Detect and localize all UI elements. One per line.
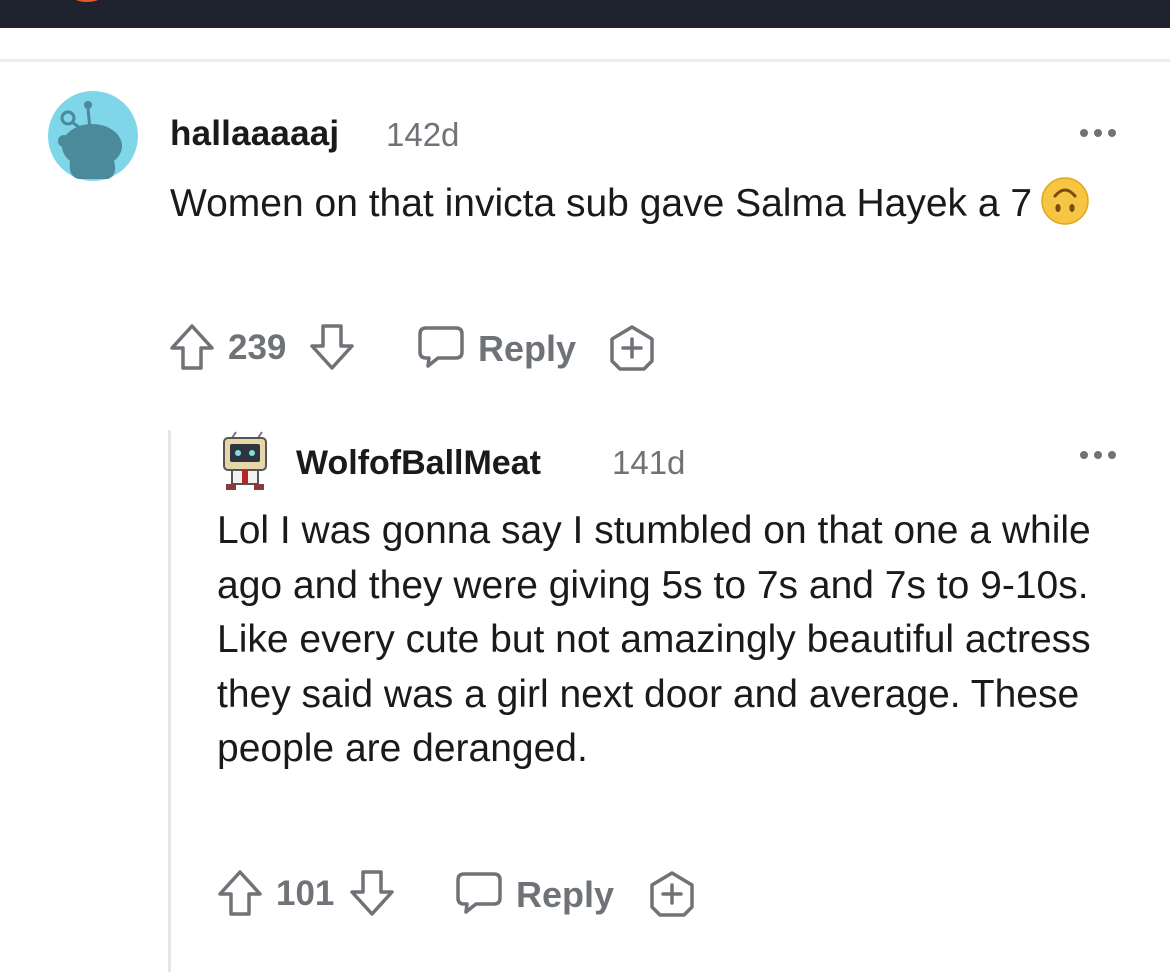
upvote-icon[interactable]: [168, 322, 216, 372]
upvote-icon[interactable]: [216, 868, 264, 918]
comment-author[interactable]: hallaaaaaj: [170, 114, 339, 154]
reply-actions: 101 Reply: [216, 868, 716, 918]
reply-age: 141d: [612, 444, 686, 481]
comment-thread-page: hallaaaaaj 142d Women on that invicta su…: [0, 0, 1170, 972]
downvote-icon[interactable]: [348, 868, 396, 918]
reply-body: Lol I was gonna say I stumbled on that o…: [217, 509, 1091, 770]
reply-label: Reply: [478, 328, 577, 369]
reply-label: Reply: [516, 874, 615, 915]
header-separator: [0, 59, 1170, 62]
reply-author[interactable]: WolfofBallMeat: [296, 444, 541, 483]
thread-line[interactable]: [168, 430, 171, 972]
user-avatar-snoo[interactable]: [48, 91, 138, 181]
user-avatar-robot[interactable]: [218, 430, 272, 492]
upvote-count: 239: [228, 328, 287, 367]
comment-bubble-icon: [418, 326, 464, 368]
upside-down-face-emoji-icon: [1041, 177, 1089, 225]
award-icon[interactable]: [648, 870, 696, 918]
upvote-count: 101: [276, 874, 335, 913]
top-navigation-bar: [0, 0, 1170, 28]
downvote-icon[interactable]: [308, 322, 356, 372]
comment-age: 142d: [386, 116, 460, 153]
more-options-icon[interactable]: [1076, 440, 1120, 470]
award-icon[interactable]: [608, 324, 656, 372]
comment-bubble-icon: [456, 872, 502, 914]
comment-text: Women on that invicta sub gave Salma Hay…: [170, 182, 1033, 225]
more-options-icon[interactable]: [1076, 118, 1120, 148]
comment-actions: 239 Reply: [168, 322, 668, 372]
comment-body: Women on that invicta sub gave Salma Hay…: [170, 176, 1130, 231]
top-bar-accent: [70, 0, 104, 2]
